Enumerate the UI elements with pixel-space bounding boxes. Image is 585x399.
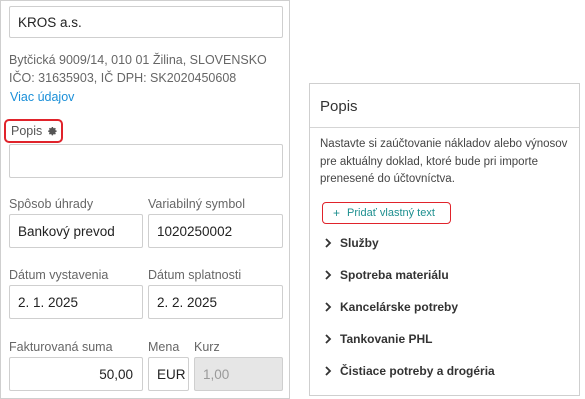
currency-label: Mena — [148, 340, 180, 354]
invoiced-amount-input[interactable]: 50,00 — [9, 357, 143, 391]
exchange-rate-input: 1,00 — [194, 357, 283, 391]
issue-date-input[interactable]: 2. 1. 2025 — [9, 285, 143, 319]
plus-icon: + — [333, 206, 341, 220]
category-label: Čistiace potreby a drogéria — [340, 364, 495, 378]
panel-divider — [310, 127, 579, 128]
popis-settings-panel: Popis Nastavte si zaúčtovanie nákladov a… — [309, 83, 580, 396]
chevron-right-icon — [325, 334, 332, 344]
exchange-rate-label: Kurz — [194, 340, 220, 354]
company-name-input[interactable]: KROS a.s. — [9, 6, 283, 38]
payment-method-label: Spôsob úhrady — [9, 197, 94, 211]
category-label: Služby — [340, 236, 379, 250]
category-item[interactable]: Kancelárske potreby — [325, 300, 458, 314]
tax-ids-line: IČO: 31635903, IČ DPH: SK2020450608 — [9, 71, 237, 85]
category-item[interactable]: Spotreba materiálu — [325, 268, 449, 282]
category-item[interactable]: Služby — [325, 236, 379, 250]
address-line: Bytčická 9009/14, 010 01 Žilina, SLOVENS… — [9, 53, 267, 67]
chevron-right-icon — [325, 238, 332, 248]
invoice-form-panel: KROS a.s. Bytčická 9009/14, 010 01 Žilin… — [0, 0, 290, 399]
panel-title: Popis — [320, 98, 358, 115]
add-custom-text-label: Pridať vlastný text — [347, 207, 435, 219]
category-label: Tankovanie PHL — [340, 332, 433, 346]
more-details-link[interactable]: Viac údajov — [10, 90, 74, 104]
panel-description: Nastavte si zaúčtovanie nákladov alebo v… — [320, 138, 568, 185]
category-label: Kancelárske potreby — [340, 300, 459, 314]
chevron-right-icon — [325, 270, 332, 280]
variable-symbol-input[interactable]: 1020250002 — [148, 214, 283, 248]
popis-label[interactable]: Popis — [4, 119, 63, 143]
currency-select[interactable]: EUR — [148, 357, 189, 391]
category-label: Spotreba materiálu — [340, 268, 449, 282]
invoiced-amount-label: Fakturovaná suma — [9, 340, 113, 354]
variable-symbol-label: Variabilný symbol — [148, 197, 246, 211]
due-date-input[interactable]: 2. 2. 2025 — [148, 285, 283, 319]
payment-method-select[interactable]: Bankový prevod — [9, 214, 143, 248]
issue-date-label: Dátum vystavenia — [9, 268, 109, 282]
due-date-label: Dátum splatnosti — [148, 268, 242, 282]
add-custom-text-button[interactable]: + Pridať vlastný text — [322, 202, 451, 224]
chevron-right-icon — [325, 302, 332, 312]
popis-label-text: Popis — [11, 124, 43, 138]
category-item[interactable]: Čistiace potreby a drogéria — [325, 364, 495, 378]
category-item[interactable]: Tankovanie PHL — [325, 332, 432, 346]
popis-input[interactable] — [9, 144, 283, 178]
chevron-right-icon — [325, 366, 332, 376]
company-address: Bytčická 9009/14, 010 01 Žilina, SLOVENS… — [9, 51, 267, 87]
gear-icon[interactable] — [46, 125, 58, 137]
